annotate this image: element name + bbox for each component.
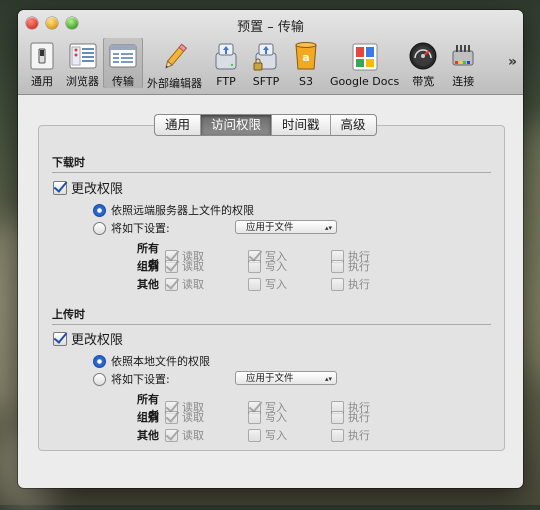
download-group-row: 组别 读取 写入 执行 <box>137 259 370 273</box>
download-section-heading: 下载时 <box>52 154 491 173</box>
toolbar-overflow-chevron-icon[interactable]: » <box>508 54 519 70</box>
bandwidth-gauge-icon <box>407 41 439 71</box>
toolbar-general[interactable]: 通用 <box>22 38 62 88</box>
upload-set-option: 将如下设置: <box>93 371 170 387</box>
toolbar-external-editor[interactable]: 外部编辑器 <box>143 38 206 90</box>
upload-group-read-checkbox[interactable] <box>165 410 178 424</box>
ftp-drive-icon <box>210 41 242 73</box>
browser-list-icon <box>67 41 99 71</box>
tab-advanced[interactable]: 高级 <box>331 115 376 135</box>
upload-change-perms-row: 更改权限 <box>53 329 123 348</box>
download-change-perms-row: 更改权限 <box>53 178 123 197</box>
download-other-write-checkbox[interactable] <box>248 277 261 291</box>
upload-local-option: 依照本地文件的权限 <box>93 353 210 369</box>
toolbar-sftp[interactable]: SFTP <box>246 38 286 88</box>
google-docs-icon <box>349 41 381 73</box>
pencil-icon <box>159 41 191 73</box>
preferences-window: 预置 – 传输 通用 浏览器 传输 外部编辑器 FTP SFTP a S3 Go… <box>18 10 523 488</box>
upload-group-exec-checkbox[interactable] <box>331 410 344 424</box>
download-group-exec-checkbox[interactable] <box>331 259 344 273</box>
download-apply-popup[interactable]: 应用于文件 ▴▾ <box>235 220 337 234</box>
download-remote-option: 依照远端服务器上文件的权限 <box>93 202 254 218</box>
download-set-radio[interactable] <box>93 221 106 235</box>
toolbar-transfer[interactable]: 传输 <box>103 38 143 88</box>
toolbar-connection[interactable]: 连接 <box>443 38 483 88</box>
download-group-write-checkbox[interactable] <box>248 259 261 273</box>
general-switch-icon <box>26 41 58 71</box>
toolbar-s3[interactable]: a S3 <box>286 38 326 88</box>
tab-general[interactable]: 通用 <box>155 115 202 135</box>
tab-timestamps[interactable]: 时间戳 <box>272 115 331 135</box>
popup-arrows-icon: ▴▾ <box>324 224 332 232</box>
preferences-content: 下载时 更改权限 依照远端服务器上文件的权限 将如下设置: 应用于文件 ▴▾ 所有… <box>18 95 523 488</box>
permissions-panel: 下载时 更改权限 依照远端服务器上文件的权限 将如下设置: 应用于文件 ▴▾ 所有… <box>38 125 505 451</box>
upload-other-exec-checkbox[interactable] <box>331 428 344 442</box>
toolbar-ftp[interactable]: FTP <box>206 38 246 88</box>
connection-icon <box>447 41 479 71</box>
toolbar-browser[interactable]: 浏览器 <box>62 38 103 88</box>
sftp-drive-icon <box>250 41 282 73</box>
upload-apply-popup[interactable]: 应用于文件 ▴▾ <box>235 371 337 385</box>
download-change-perms-checkbox[interactable] <box>53 180 67 195</box>
upload-other-write-checkbox[interactable] <box>248 428 261 442</box>
download-other-read-checkbox[interactable] <box>165 277 178 291</box>
toolbar-google-docs[interactable]: Google Docs <box>326 38 403 88</box>
popup-arrows-icon: ▴▾ <box>324 375 332 383</box>
window-title: 预置 – 传输 <box>237 20 304 35</box>
preferences-toolbar: 通用 浏览器 传输 外部编辑器 FTP SFTP a S3 Google Doc… <box>22 38 519 92</box>
upload-group-write-checkbox[interactable] <box>248 410 261 424</box>
transfer-icon <box>107 41 139 71</box>
upload-change-perms-checkbox[interactable] <box>53 331 67 346</box>
svg-text:a: a <box>302 51 309 64</box>
toolbar-bandwidth[interactable]: 带宽 <box>403 38 443 88</box>
upload-group-row: 组别 读取 写入 执行 <box>137 410 370 424</box>
upload-other-row: 其他 读取 写入 执行 <box>137 428 370 442</box>
upload-other-read-checkbox[interactable] <box>165 428 178 442</box>
upload-set-radio[interactable] <box>93 372 106 386</box>
upload-local-radio[interactable] <box>93 354 106 368</box>
settings-tab-bar: 通用 访问权限 时间戳 高级 <box>154 114 377 136</box>
download-remote-radio[interactable] <box>93 203 106 217</box>
download-other-row: 其他 读取 写入 执行 <box>137 277 370 291</box>
s3-bucket-icon: a <box>290 41 322 73</box>
download-set-option: 将如下设置: <box>93 220 170 236</box>
download-group-read-checkbox[interactable] <box>165 259 178 273</box>
download-other-exec-checkbox[interactable] <box>331 277 344 291</box>
upload-section-heading: 上传时 <box>52 306 491 325</box>
tab-permissions[interactable]: 访问权限 <box>201 115 273 135</box>
title-bar: 预置 – 传输 通用 浏览器 传输 外部编辑器 FTP SFTP a S3 Go… <box>18 10 523 95</box>
